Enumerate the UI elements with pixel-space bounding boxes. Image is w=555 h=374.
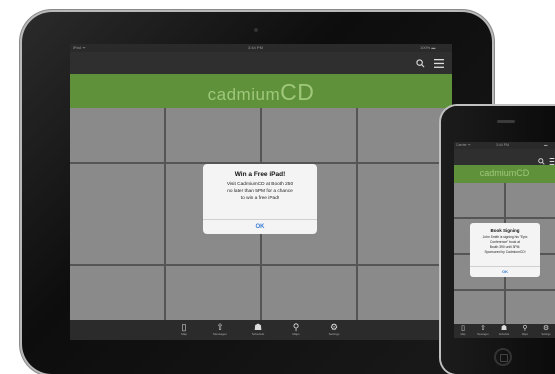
- tab-schedule[interactable]: ☗ Schedule: [497, 325, 511, 336]
- home-button[interactable]: [494, 348, 512, 366]
- grid-tile[interactable]: [70, 164, 164, 264]
- location-pin-icon: ⚲: [522, 325, 528, 332]
- tab-messages[interactable]: ⇧ Messages: [476, 325, 490, 336]
- ipad-tab-bar: ▯ Map ⇧ Messages ☗ Schedule ⚲ Maps ⚙ Settings: [70, 320, 452, 340]
- map-icon: ▯: [181, 322, 187, 332]
- grid-tile[interactable]: [166, 266, 260, 320]
- menu-icon[interactable]: [434, 52, 444, 74]
- alert-dialog: Win a Free iPad! Visit CadmiumCD at Boot…: [203, 164, 317, 234]
- tab-schedule[interactable]: ☗ Schedule: [246, 322, 270, 336]
- tab-settings[interactable]: ⚙ Settings: [322, 322, 346, 336]
- grid-tile[interactable]: [358, 266, 452, 320]
- status-battery: 100% ▬: [420, 45, 436, 50]
- grid-tile[interactable]: [262, 266, 356, 320]
- grid-tile[interactable]: [506, 291, 555, 324]
- grid-tile[interactable]: [70, 266, 164, 320]
- gear-icon: ⚙: [329, 322, 339, 332]
- status-time: 3:44 PM: [496, 143, 510, 147]
- iphone-speaker: [497, 120, 515, 123]
- brand-logo: cadmiumCD: [207, 79, 315, 105]
- status-battery: ▬: [544, 143, 548, 147]
- grid-tile[interactable]: [454, 291, 504, 324]
- alert-dialog: Book Signing John Smith is signing his "…: [470, 223, 540, 277]
- dialog-title: Book Signing: [490, 228, 520, 233]
- ipad-status-bar: iPad ᯤ 3:44 PM 100% ▬: [70, 44, 452, 52]
- location-pin-icon: ⚲: [292, 322, 300, 332]
- messages-icon: ⇧: [480, 325, 486, 332]
- brand-logo: cadmiumCD: [479, 168, 530, 178]
- tab-maps[interactable]: ⚲ Maps: [284, 322, 308, 336]
- grid-tile[interactable]: [166, 108, 260, 162]
- ok-button[interactable]: OK: [203, 219, 317, 234]
- grid-tile[interactable]: [262, 108, 356, 162]
- tab-map[interactable]: ▯ Map: [172, 322, 196, 336]
- tab-settings[interactable]: ⚙ Settings: [539, 325, 553, 336]
- iphone-tab-bar: ▯ Map ⇧ Messages ☗ Schedule ⚲ Maps ⚙ Settings: [454, 324, 555, 338]
- brand-banner: cadmiumCD: [70, 74, 452, 108]
- status-carrier: iPad ᯤ: [73, 45, 86, 50]
- status-time: 3:44 PM: [248, 45, 263, 50]
- map-icon: ▯: [461, 325, 465, 332]
- messages-icon: ⇧: [216, 322, 224, 332]
- schedule-icon: ☗: [253, 322, 263, 332]
- iphone-status-bar: Carrier ᯤ 3:44 PM ▬: [454, 142, 555, 149]
- ipad-camera: [254, 28, 258, 32]
- tab-maps[interactable]: ⚲ Maps: [518, 325, 532, 336]
- dialog-message: John Smith is signing his "Epic Conferen…: [482, 235, 528, 254]
- grid-tile[interactable]: [506, 183, 555, 217]
- grid-tile[interactable]: [70, 108, 164, 162]
- schedule-icon: ☗: [500, 325, 508, 332]
- iphone-screen: Carrier ᯤ 3:44 PM ▬ cadmiumCD ▯ Map ⇧ Mess…: [454, 142, 555, 338]
- grid-tile[interactable]: [358, 108, 452, 162]
- status-carrier: Carrier ᯤ: [456, 143, 471, 147]
- ipad-screen: iPad ᯤ 3:44 PM 100% ▬ cadmiumCD ▯ Map ⇧ Me…: [70, 44, 452, 340]
- tab-map[interactable]: ▯ Map: [456, 325, 470, 336]
- grid-tile[interactable]: [358, 164, 452, 264]
- tab-messages[interactable]: ⇧ Messages: [208, 322, 232, 336]
- search-icon[interactable]: [416, 52, 425, 74]
- gear-icon: ⚙: [542, 325, 550, 332]
- brand-banner: cadmiumCD: [454, 165, 555, 183]
- ok-button[interactable]: OK: [470, 266, 540, 277]
- dialog-title: Win a Free iPad!: [234, 171, 286, 178]
- grid-tile[interactable]: [454, 183, 504, 217]
- iphone-nav-bar: [454, 149, 555, 165]
- ipad-nav-bar: [70, 52, 452, 74]
- dialog-message: Visit CadmiumCD at Booth 250 no later th…: [226, 182, 294, 201]
